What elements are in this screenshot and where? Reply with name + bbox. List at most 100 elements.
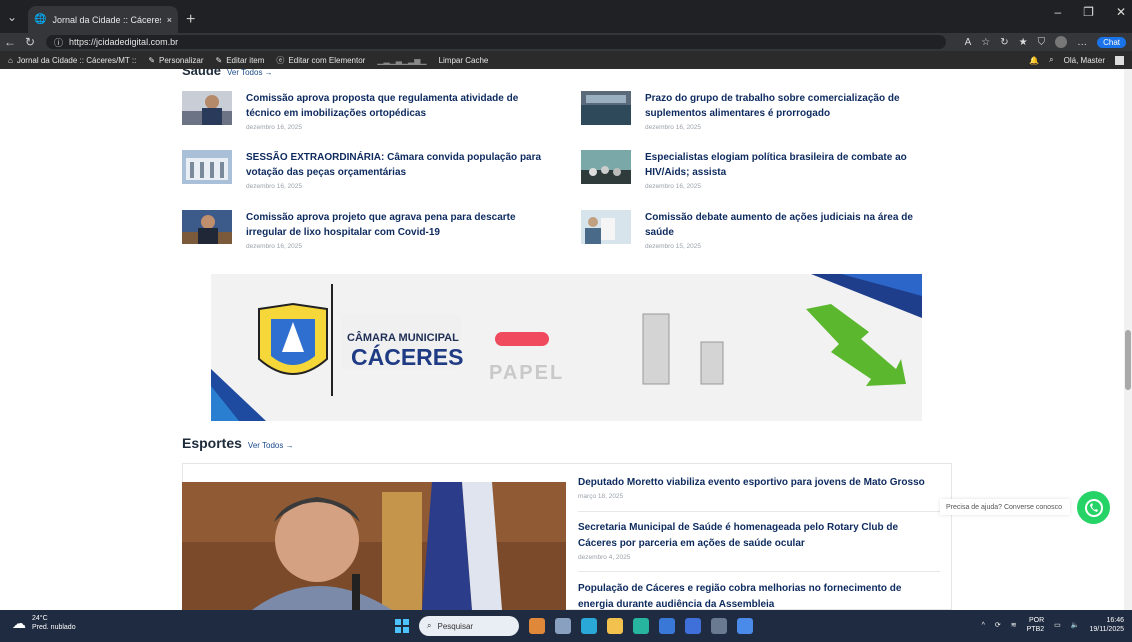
- restore-button[interactable]: ❐: [1083, 5, 1094, 19]
- news-title[interactable]: Comissão aprova proposta que regulamenta…: [246, 91, 542, 121]
- divider: [578, 511, 940, 512]
- favorites-icon[interactable]: ★: [1019, 37, 1028, 48]
- news-title[interactable]: Comissão aprova projeto que agrava pena …: [246, 210, 542, 240]
- avatar[interactable]: [1115, 55, 1124, 65]
- browser-toolbar: ← ↻ ⓘ https://jcidadedigital.com.br A ☆ …: [0, 33, 1132, 51]
- brush-icon: ✎: [148, 55, 156, 65]
- customize-link[interactable]: ✎ Personalizar: [148, 56, 203, 65]
- news-title[interactable]: Prazo do grupo de trabalho sobre comerci…: [645, 91, 941, 121]
- tab-title: Jornal da Cidade :: Cáceres/MT :: -: [52, 14, 160, 25]
- news-title[interactable]: SESSÃO EXTRAORDINÁRIA: Câmara convida po…: [246, 150, 542, 180]
- photos-app-icon[interactable]: [685, 618, 701, 634]
- settings-gear-icon[interactable]: [711, 618, 727, 634]
- close-window-button[interactable]: ✕: [1116, 5, 1126, 19]
- tray-app-icon[interactable]: ⟳: [995, 621, 1001, 629]
- elementor-link[interactable]: ⓔ Editar com Elementor: [276, 55, 365, 66]
- read-aloud-icon[interactable]: A: [965, 37, 972, 48]
- sports-news-title[interactable]: Deputado Moretto viabiliza evento esport…: [578, 475, 938, 491]
- display-icon[interactable]: ▭: [1054, 621, 1061, 629]
- page-content: Saúde Ver Todos → Comissão aprova propost…: [0, 69, 1132, 610]
- sports-news-item[interactable]: Secretaria Municipal de Saúde é homenage…: [578, 520, 938, 561]
- windows-taskbar: ☁ 24°C Pred. nublado ⌕ Pesquisar ^ ⟳ ≋ P…: [0, 610, 1132, 642]
- news-thumbnail[interactable]: [581, 150, 631, 184]
- reload-button[interactable]: ↻: [20, 35, 40, 49]
- banner-line2: CÁCERES: [351, 344, 464, 370]
- esportes-see-all-link[interactable]: Ver Todos →: [248, 441, 294, 450]
- tab-strip: ⌄ 🌐 Jornal da Cidade :: Cáceres/MT :: - …: [0, 0, 1132, 33]
- news-date: dezembro 16, 2025: [246, 183, 303, 190]
- sports-news-title[interactable]: População de Cáceres e região cobra melh…: [578, 581, 938, 610]
- weather-widget[interactable]: ☁ 24°C Pred. nublado: [12, 614, 76, 632]
- banner-graphic: [211, 274, 922, 421]
- sports-news-title[interactable]: Secretaria Municipal de Saúde é homenage…: [578, 520, 938, 552]
- store-app-icon[interactable]: [659, 618, 675, 634]
- app-icon[interactable]: [737, 618, 753, 634]
- news-item[interactable]: Comissão aprova projeto que agrava pena …: [182, 210, 542, 250]
- divider: [578, 571, 940, 572]
- taskbar-search[interactable]: ⌕ Pesquisar: [419, 616, 519, 636]
- shield-icon[interactable]: ⛉: [1038, 37, 1046, 48]
- edge-browser-icon[interactable]: [633, 618, 649, 634]
- whatsapp-button[interactable]: [1077, 491, 1110, 524]
- banner-line1: CÂMARA MUNICIPAL: [347, 332, 459, 344]
- minimize-button[interactable]: –: [1054, 5, 1061, 19]
- news-thumbnail[interactable]: [182, 91, 232, 125]
- back-button[interactable]: ←: [0, 35, 20, 49]
- search-icon: ⌕: [427, 621, 432, 630]
- sports-featured-photo[interactable]: [182, 482, 566, 610]
- banner-papel: PAPEL: [489, 362, 565, 384]
- favorite-star-icon[interactable]: ☆: [981, 37, 990, 48]
- news-thumbnail[interactable]: [182, 150, 232, 184]
- copilot-chat-button[interactable]: Chat: [1097, 36, 1126, 48]
- weather-icon: ☁: [12, 614, 26, 631]
- news-thumbnail[interactable]: [182, 210, 232, 244]
- edge-app-icon[interactable]: [581, 618, 597, 634]
- notification-bell-icon[interactable]: 🔔: [1029, 56, 1039, 65]
- news-item[interactable]: Prazo do grupo de trabalho sobre comerci…: [581, 91, 941, 131]
- account-greeting[interactable]: Olá, Master: [1064, 56, 1105, 65]
- news-item[interactable]: Comissão debate aumento de ações judicia…: [581, 210, 941, 250]
- chat-help-bubble[interactable]: Precisa de ajuda? Converse conosco: [940, 499, 1070, 515]
- tab-active[interactable]: 🌐 Jornal da Cidade :: Cáceres/MT :: - ×: [28, 6, 178, 33]
- esportes-title: Esportes: [182, 435, 242, 451]
- news-item[interactable]: Comissão aprova proposta que regulamenta…: [182, 91, 542, 131]
- taskbar-search-label: Pesquisar: [437, 621, 474, 631]
- clear-cache-link[interactable]: Limpar Cache: [439, 56, 489, 65]
- news-title[interactable]: Comissão debate aumento de ações judicia…: [645, 210, 941, 240]
- file-explorer-icon[interactable]: [607, 618, 623, 634]
- news-item[interactable]: SESSÃO EXTRAORDINÁRIA: Câmara convida po…: [182, 150, 542, 190]
- search-icon[interactable]: ⌕: [1049, 55, 1053, 65]
- new-tab-button[interactable]: +: [186, 6, 195, 33]
- windows-start-icon[interactable]: [395, 619, 409, 633]
- news-title[interactable]: Especialistas elogiam política brasileir…: [645, 150, 941, 180]
- profile-avatar[interactable]: [1055, 36, 1068, 48]
- edit-item-link[interactable]: ✎ Editar item: [215, 56, 264, 65]
- sports-news-item[interactable]: População de Cáceres e região cobra melh…: [578, 581, 938, 610]
- sports-news-item[interactable]: Deputado Moretto viabiliza evento esport…: [578, 475, 938, 500]
- tab-list-button[interactable]: ⌄: [0, 0, 24, 33]
- more-menu-icon[interactable]: …: [1077, 37, 1087, 48]
- address-bar[interactable]: ⓘ https://jcidadedigital.com.br: [46, 35, 946, 49]
- site-info-icon[interactable]: ⓘ: [54, 36, 63, 49]
- scrollbar-thumb[interactable]: [1125, 330, 1131, 390]
- news-thumbnail[interactable]: [581, 91, 631, 125]
- chevron-up-icon[interactable]: ^: [982, 622, 985, 629]
- network-icon[interactable]: ≋: [1011, 621, 1017, 629]
- news-item[interactable]: Especialistas elogiam política brasileir…: [581, 150, 941, 190]
- admin-site-link[interactable]: ⌂ Jornal da Cidade :: Cáceres/MT ::: [8, 56, 136, 65]
- refresh-icon[interactable]: ↻: [1000, 37, 1008, 48]
- pencil-icon: ✎: [215, 55, 223, 65]
- saude-see-all-link[interactable]: Ver Todos →: [227, 69, 273, 77]
- language-indicator[interactable]: POR PTB2: [1027, 616, 1045, 634]
- esportes-section-title: Esportes Ver Todos →: [182, 435, 294, 451]
- camara-banner[interactable]: CÂMARA MUNICIPAL CÁCERES PAPEL: [211, 274, 922, 421]
- admin-bar-right: 🔔 ⌕ Olá, Master: [1029, 51, 1124, 69]
- clock[interactable]: 16:46 19/11/2025: [1089, 616, 1124, 634]
- admin-site-label: Jornal da Cidade :: Cáceres/MT ::: [16, 55, 137, 65]
- news-thumbnail[interactable]: [581, 210, 631, 244]
- weather-text: Pred. nublado: [32, 624, 76, 631]
- task-view-icon[interactable]: [555, 618, 571, 634]
- volume-icon[interactable]: 🔈: [1071, 621, 1080, 629]
- widgets-app-icon[interactable]: [529, 618, 545, 634]
- close-tab-button[interactable]: ×: [167, 15, 172, 25]
